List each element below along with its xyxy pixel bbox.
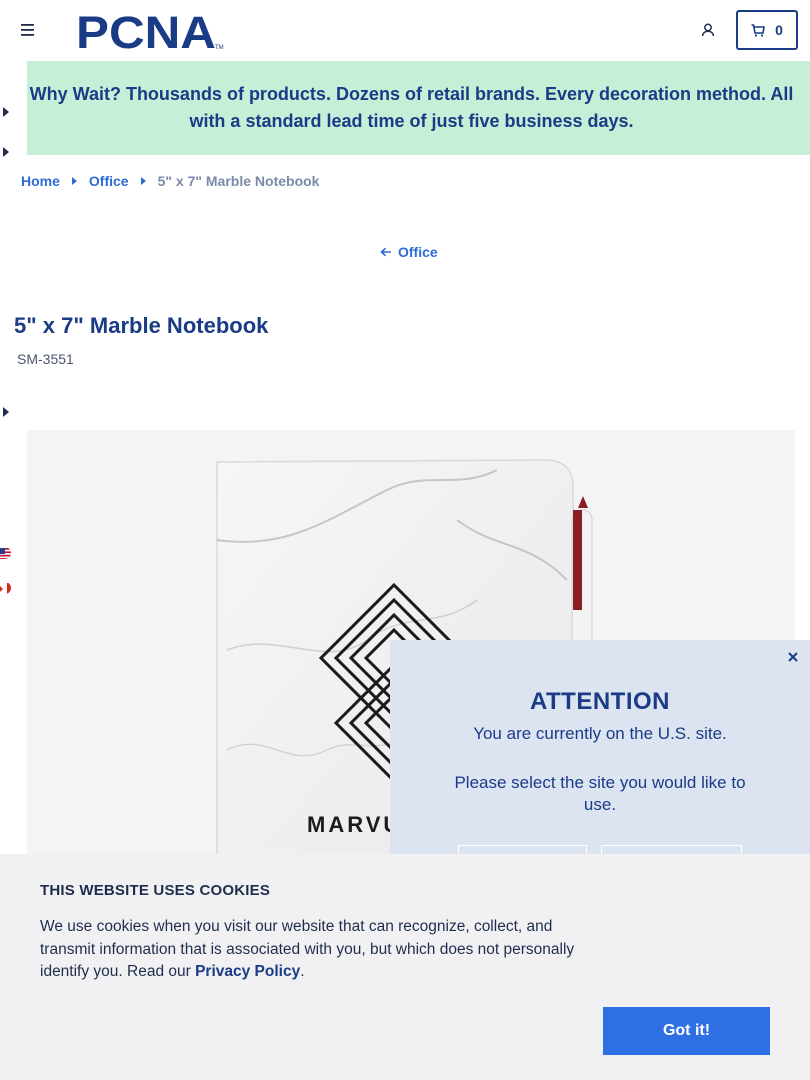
logo-trademark: TM	[215, 45, 224, 50]
breadcrumb-current: 5" x 7" Marble Notebook	[157, 173, 320, 189]
site-header: PCNA TM 0	[0, 0, 810, 61]
product-title: 5" x 7" Marble Notebook	[14, 313, 269, 338]
site-selector-modal: ATTENTION You are currently on the U.S. …	[390, 640, 810, 859]
chevron-right-icon[interactable]	[3, 107, 9, 117]
pcna-logo[interactable]: PCNA TM	[76, 7, 226, 58]
logo-text: PCNA	[76, 10, 216, 50]
account-icon[interactable]	[696, 18, 720, 42]
canada-flag-icon[interactable]	[0, 582, 11, 594]
cookie-title: THIS WEBSITE USES COOKIES	[40, 882, 271, 899]
breadcrumb-category[interactable]: Office	[89, 173, 129, 189]
back-link-label: Office	[398, 244, 438, 260]
site-selector-heading: ATTENTION	[529, 688, 671, 715]
site-selector-current: You are currently on the U.S. site.	[473, 724, 727, 743]
cookie-banner: THIS WEBSITE USES COOKIES We use cookies…	[0, 854, 810, 1080]
accept-cookies-button[interactable]: Got it!	[603, 1007, 770, 1055]
back-to-category-link[interactable]: Office	[380, 244, 438, 260]
us-flag-icon[interactable]	[0, 547, 11, 559]
cookie-period: .	[300, 963, 305, 980]
breadcrumb-separator-icon	[140, 177, 146, 185]
product-sku: SM-3551	[17, 351, 74, 367]
privacy-policy-link[interactable]: Privacy Policy	[195, 963, 300, 980]
close-icon[interactable]	[786, 650, 800, 664]
cart-button[interactable]: 0	[736, 10, 798, 50]
promo-banner: Why Wait? Thousands of products. Dozens …	[27, 61, 810, 155]
cookie-text: We use cookies when you visit our websit…	[40, 916, 610, 984]
breadcrumb-separator-icon	[71, 177, 77, 185]
breadcrumb-home[interactable]: Home	[21, 173, 60, 189]
cart-icon	[751, 23, 766, 37]
chevron-right-icon[interactable]	[3, 147, 9, 157]
hamburger-menu-icon[interactable]	[16, 18, 40, 42]
product-imprint-text: MARVU	[307, 812, 402, 837]
cookie-body: We use cookies when you visit our websit…	[40, 918, 575, 980]
site-selector-prompt: Please select the site you would like to…	[454, 773, 746, 814]
chevron-right-icon[interactable]	[3, 407, 9, 417]
breadcrumb: Home Office 5" x 7" Marble Notebook	[21, 172, 320, 190]
arrow-left-icon	[380, 247, 391, 257]
cart-count: 0	[775, 22, 783, 38]
promo-text: Why Wait? Thousands of products. Dozens …	[29, 84, 794, 131]
